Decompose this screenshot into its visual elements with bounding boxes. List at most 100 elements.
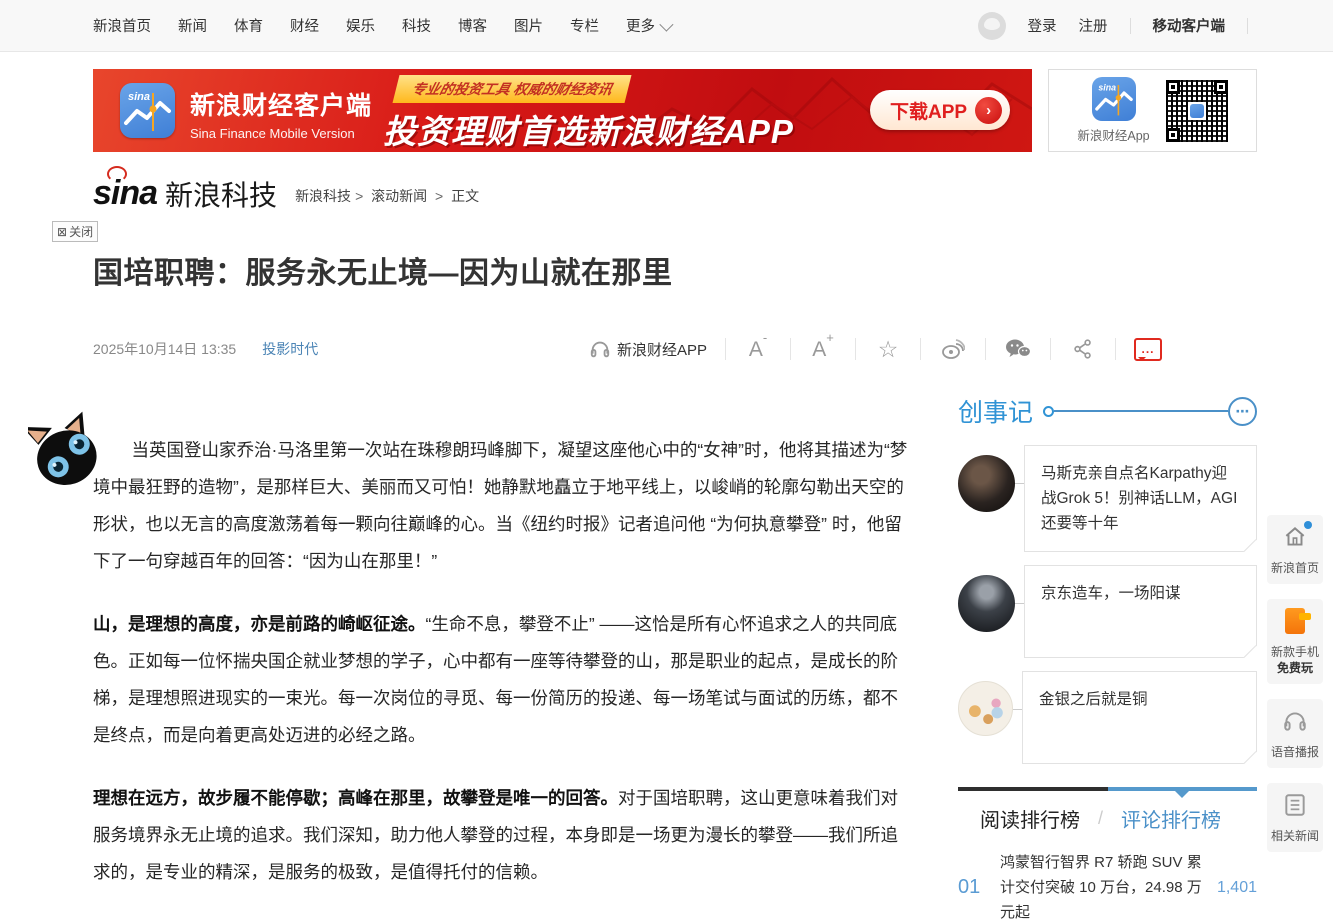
svg-text:sina: sina (128, 91, 150, 103)
article-meta-row: 2025年10月14日 13:35 投影时代 新浪财经APP A- A+ ☆ (93, 330, 1180, 368)
article-paragraph: 当英国登山家乔治·马洛里第一次站在珠穆朗玛峰脚下，凝望这座他心中的“女神”时，他… (93, 432, 915, 580)
card-article[interactable]: 京东造车，一场阳谋 (1024, 565, 1257, 658)
more-button[interactable]: ⋯ (1228, 397, 1257, 426)
nav-photos[interactable]: 图片 (514, 15, 543, 36)
nav-more-label: 更多 (626, 15, 655, 36)
tab-read-ranking[interactable]: 阅读排行榜 (980, 804, 1080, 833)
share-wechat-button[interactable] (986, 338, 1050, 360)
headphones-icon (1282, 708, 1308, 734)
sina-logo[interactable]: sina (93, 176, 157, 210)
article-title: 国培职聘：服务永无止境—因为山就在那里 (93, 248, 953, 292)
float-label: 新款手机 免费玩 (1270, 644, 1320, 676)
sina-eye-mark (107, 166, 127, 182)
finance-app-banner[interactable]: sina 新浪财经客户端 Sina Finance Mobile Version… (93, 69, 1032, 152)
brand-row: sina 新浪科技 新浪科技> 滚动新闻 > 正文 (93, 176, 479, 210)
avatar[interactable] (958, 681, 1013, 736)
nav-sina-home[interactable]: 新浪首页 (93, 15, 151, 36)
float-related-news-button[interactable]: 相关新闻 (1267, 783, 1323, 852)
headphones-icon (589, 338, 611, 360)
breadcrumb-separator: > (435, 188, 443, 204)
decorative-line (1043, 406, 1228, 417)
register-link[interactable]: 注册 (1079, 15, 1108, 36)
tab-comment-ranking[interactable]: 评论排行榜 (1121, 804, 1221, 833)
banner-ribbon: 专业的投资工具 权威的财经资讯 (393, 75, 632, 103)
sidebar: 创事记 ⋯ 马斯克亲自点名Karpathy迎战Grok 5！别神话LLM，AGI… (958, 393, 1257, 919)
breadcrumb-article[interactable]: 正文 (451, 188, 479, 204)
float-new-phone-button[interactable]: 新款手机 免费玩 (1267, 599, 1323, 684)
breadcrumb: 新浪科技> 滚动新闻 > 正文 (295, 186, 479, 210)
rank-count: 1,401 (1217, 879, 1257, 897)
divider (1247, 18, 1248, 34)
connector (1015, 483, 1024, 484)
article-paragraph: 山，是理想的高度，亦是前路的崎岖征途。“生命不息，攀登不止” ——这恰是所有心怀… (93, 606, 915, 754)
qr-app-block: sina 新浪财经App (1077, 77, 1149, 144)
card-article[interactable]: 金银之后就是铜 (1022, 671, 1257, 764)
breadcrumb-tech[interactable]: 新浪科技 (295, 188, 351, 204)
float-voice-broadcast-button[interactable]: 语音播报 (1267, 699, 1323, 768)
connector (1015, 603, 1024, 604)
publish-date: 2025年10月14日 13:35 (93, 339, 236, 359)
float-label: 相关新闻 (1270, 828, 1320, 844)
comments-button[interactable]: ... (1116, 338, 1180, 361)
nav-sports[interactable]: 体育 (234, 15, 263, 36)
nav-columns[interactable]: 专栏 (570, 15, 599, 36)
close-icon: ⊠ (57, 225, 67, 239)
share-icon (1072, 338, 1094, 360)
download-app-label: 下载APP (890, 97, 967, 124)
top-nav-account: 登录 注册 移动客户端 (978, 12, 1249, 40)
list-item: 马斯克亲自点名Karpathy迎战Grok 5！别神话LLM，AGI还要等十年 (958, 445, 1257, 552)
float-sina-home-button[interactable]: 新浪首页 (1267, 515, 1323, 584)
avatar[interactable] (958, 575, 1015, 632)
card-title: 马斯克亲自点名Karpathy迎战Grok 5！别神话LLM，AGI还要等十年 (1041, 461, 1240, 536)
login-link[interactable]: 登录 (1028, 15, 1057, 36)
qr-panel: sina 新浪财经App (1048, 69, 1257, 152)
qr-app-label: 新浪财经App (1077, 125, 1149, 144)
float-label: 语音播报 (1270, 744, 1320, 760)
nav-tech[interactable]: 科技 (402, 15, 431, 36)
rank-tab-indicator (958, 787, 1257, 791)
nav-finance[interactable]: 财经 (290, 15, 319, 36)
card-article[interactable]: 马斯克亲自点名Karpathy迎战Grok 5！别神话LLM，AGI还要等十年 (1024, 445, 1257, 552)
arrow-right-icon: › (975, 97, 1002, 124)
source-link[interactable]: 投影时代 (262, 339, 318, 359)
card-title: 金银之后就是铜 (1039, 687, 1240, 712)
chuangshiji-title[interactable]: 创事记 (958, 393, 1033, 429)
listen-app-label: 新浪财经APP (617, 339, 707, 360)
close-label: 关闭 (69, 223, 93, 240)
nav-news[interactable]: 新闻 (178, 15, 207, 36)
font-smaller-icon: A- (749, 336, 767, 362)
cat-mascot-image[interactable] (28, 411, 102, 498)
table-row[interactable]: 01 鸿蒙智行智界 R7 轿跑 SUV 累计交付突破 10 万台，24.98 万… (958, 837, 1257, 919)
rank-title: 鸿蒙智行智界 R7 轿跑 SUV 累计交付突破 10 万台，24.98 万元起 (1000, 850, 1217, 919)
listen-app-button[interactable]: 新浪财经APP (577, 338, 725, 360)
card-title: 京东造车，一场阳谋 (1041, 581, 1240, 606)
share-button[interactable] (1051, 338, 1115, 360)
avatar[interactable] (958, 455, 1015, 512)
font-larger-button[interactable]: A+ (791, 336, 855, 362)
banner-headline: 投资理财首选新浪财经APP (383, 105, 794, 152)
finance-app-icon: sina (120, 83, 175, 138)
article-paragraph: 理想在远方，故步履不能停歇；高峰在那里，故攀登是唯一的回答。对于国培职聘，这山更… (93, 780, 915, 891)
mobile-client-link[interactable]: 移动客户端 (1153, 15, 1226, 36)
nav-blog[interactable]: 博客 (458, 15, 487, 36)
page: 新浪首页 新闻 体育 财经 娱乐 科技 博客 图片 专栏 更多 登录 注册 移动… (0, 0, 1333, 919)
qr-finder (1166, 80, 1180, 94)
comment-icon: ... (1134, 338, 1162, 361)
site-section-logo[interactable]: 新浪科技 (165, 182, 277, 210)
list-item: 京东造车，一场阳谋 (958, 565, 1257, 658)
top-navigation: 新浪首页 新闻 体育 财经 娱乐 科技 博客 图片 专栏 更多 登录 注册 移动… (0, 0, 1333, 52)
qr-code (1166, 80, 1228, 142)
phone-icon (1285, 608, 1305, 634)
qr-finder (1214, 80, 1228, 94)
home-icon (1282, 524, 1308, 550)
download-app-button[interactable]: 下载APP › (870, 90, 1010, 130)
breadcrumb-rolling-news[interactable]: 滚动新闻 (371, 188, 427, 204)
nav-entertainment[interactable]: 娱乐 (346, 15, 375, 36)
ranking-list: 01 鸿蒙智行智界 R7 轿跑 SUV 累计交付突破 10 万台，24.98 万… (958, 837, 1257, 919)
favorite-button[interactable]: ☆ (856, 338, 920, 361)
close-button[interactable]: ⊠关闭 (52, 221, 98, 242)
share-weibo-button[interactable] (921, 338, 985, 360)
nav-more[interactable]: 更多 (626, 15, 670, 36)
font-smaller-button[interactable]: A- (726, 336, 790, 362)
chuangshiji-header: 创事记 ⋯ (958, 393, 1257, 429)
